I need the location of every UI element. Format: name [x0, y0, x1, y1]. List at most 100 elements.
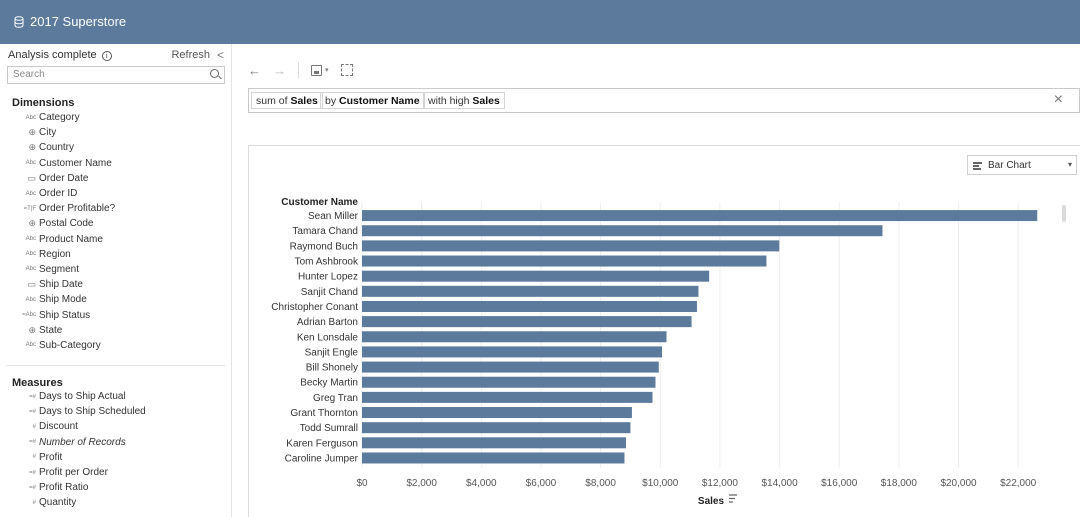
field-search-input[interactable]: Search: [7, 66, 225, 84]
field-item[interactable]: =# Number of Records: [20, 435, 225, 450]
toolbar: ← → ▾: [248, 60, 353, 80]
field-item[interactable]: Abc Order ID: [20, 186, 225, 201]
string-icon: Abc: [25, 160, 36, 167]
field-item[interactable]: ⊕ Postal Code: [20, 216, 225, 231]
category-label: Sanjit Engle: [305, 347, 359, 358]
bar[interactable]: [362, 285, 699, 297]
bar-chart-icon: [973, 162, 982, 170]
bar[interactable]: [362, 376, 656, 388]
field-item[interactable]: Abc Ship Mode: [20, 292, 225, 307]
data-pane: Analysis complete i Refresh < Search Dim…: [0, 44, 232, 517]
bar[interactable]: [362, 240, 780, 252]
number-calc-icon: =#: [29, 484, 36, 491]
bar[interactable]: [362, 210, 1038, 222]
string-icon: Abc: [25, 266, 36, 273]
field-item[interactable]: =Abc Ship Status: [20, 307, 225, 322]
analysis-status-row: Analysis complete i Refresh <: [8, 48, 226, 63]
field-item[interactable]: # Discount: [20, 419, 225, 434]
category-label: Tamara Chand: [292, 226, 358, 237]
datasource-name: 2017 Superstore: [30, 14, 127, 29]
field-item[interactable]: Abc Customer Name: [20, 156, 225, 171]
save-icon[interactable]: [311, 64, 322, 76]
string-icon: Abc: [25, 114, 36, 121]
query-chip-dimension[interactable]: by Customer Name: [320, 92, 425, 109]
number-calc-icon: =#: [29, 408, 36, 415]
category-label: Raymond Buch: [290, 241, 358, 252]
x-tick-label: $0: [356, 478, 368, 489]
viz-type-select[interactable]: Bar Chart ▾: [967, 155, 1077, 175]
query-chip-filter[interactable]: with high Sales: [423, 92, 505, 109]
analysis-status: Analysis complete: [8, 49, 97, 61]
bar[interactable]: [362, 331, 667, 343]
dimensions-heading: Dimensions: [12, 97, 75, 109]
query-chip-measure[interactable]: sum of Sales: [251, 92, 323, 109]
field-item[interactable]: ⊕ Country: [20, 140, 225, 155]
clear-query-icon[interactable]: ×: [1054, 92, 1063, 108]
field-item[interactable]: Abc Category: [20, 110, 225, 125]
number-icon: #: [32, 499, 36, 506]
app-header: 2017 Superstore: [0, 0, 1080, 44]
category-label: Sanjit Chand: [301, 287, 358, 298]
bar[interactable]: [362, 316, 692, 328]
collapse-panel-icon[interactable]: <: [217, 48, 224, 62]
field-item[interactable]: Abc Region: [20, 247, 225, 262]
calendar-icon: ▭: [27, 172, 36, 183]
field-label: Profit per Order: [39, 467, 108, 479]
bar[interactable]: [362, 452, 625, 464]
calendar-icon: ▭: [27, 279, 36, 290]
string-icon: Abc: [25, 190, 36, 197]
field-item[interactable]: =T|F Order Profitable?: [20, 201, 225, 216]
string-icon: Abc: [25, 236, 36, 243]
field-label: Order Date: [39, 172, 89, 184]
chart-scrollbar[interactable]: [1062, 205, 1066, 222]
section-divider: [6, 365, 226, 366]
chevron-down-icon: ▾: [1067, 160, 1072, 169]
ask-data-input[interactable]: sum of Sales by Customer Name with high …: [248, 88, 1080, 113]
x-tick-label: $18,000: [881, 478, 918, 489]
field-item[interactable]: =# Profit Ratio: [20, 480, 225, 495]
field-item[interactable]: Abc Product Name: [20, 232, 225, 247]
bar[interactable]: [362, 391, 653, 403]
field-item[interactable]: ⊕ City: [20, 125, 225, 140]
field-item[interactable]: Abc Segment: [20, 262, 225, 277]
chevron-down-icon[interactable]: ▾: [325, 66, 329, 74]
field-item[interactable]: =# Profit per Order: [20, 465, 225, 480]
datasource-title[interactable]: 2017 Superstore: [14, 14, 126, 29]
bar[interactable]: [362, 346, 663, 358]
bar[interactable]: [362, 361, 659, 373]
field-item[interactable]: Abc Sub-Category: [20, 338, 225, 353]
category-axis-title: Customer Name: [281, 197, 358, 208]
bar[interactable]: [362, 422, 631, 434]
back-arrow-icon[interactable]: ←: [248, 63, 261, 78]
fit-icon[interactable]: [340, 64, 353, 76]
x-tick-label: $8,000: [585, 478, 616, 489]
number-calc-icon: =#: [29, 469, 36, 476]
field-label: Discount: [39, 421, 78, 433]
field-label: Order Profitable?: [39, 203, 116, 215]
bar[interactable]: [362, 255, 767, 267]
refresh-link[interactable]: Refresh: [171, 49, 210, 61]
field-item[interactable]: ⊕ State: [20, 323, 225, 338]
bar[interactable]: [362, 437, 626, 449]
globe-icon: ⊕: [28, 324, 36, 335]
globe-icon: ⊕: [28, 218, 36, 229]
bar[interactable]: [362, 300, 697, 312]
field-item[interactable]: # Quantity: [20, 495, 225, 510]
info-icon[interactable]: i: [101, 51, 112, 61]
field-item[interactable]: =# Days to Ship Scheduled: [20, 404, 225, 419]
globe-icon: ⊕: [28, 142, 36, 153]
category-label: Todd Sumrall: [300, 423, 358, 434]
forward-arrow-icon[interactable]: →: [273, 63, 286, 78]
field-item[interactable]: ▭ Order Date: [20, 171, 225, 186]
field-label: City: [39, 127, 57, 139]
field-label: Category: [39, 112, 80, 124]
bar[interactable]: [362, 407, 632, 419]
x-tick-label: $2,000: [406, 478, 437, 489]
field-item[interactable]: # Profit: [20, 450, 225, 465]
bar[interactable]: [362, 225, 883, 237]
field-item[interactable]: =# Days to Ship Actual: [20, 389, 225, 404]
measures-heading: Measures: [12, 377, 63, 389]
search-placeholder: Search: [13, 69, 45, 80]
field-item[interactable]: ▭ Ship Date: [20, 277, 225, 292]
bar[interactable]: [362, 270, 710, 282]
